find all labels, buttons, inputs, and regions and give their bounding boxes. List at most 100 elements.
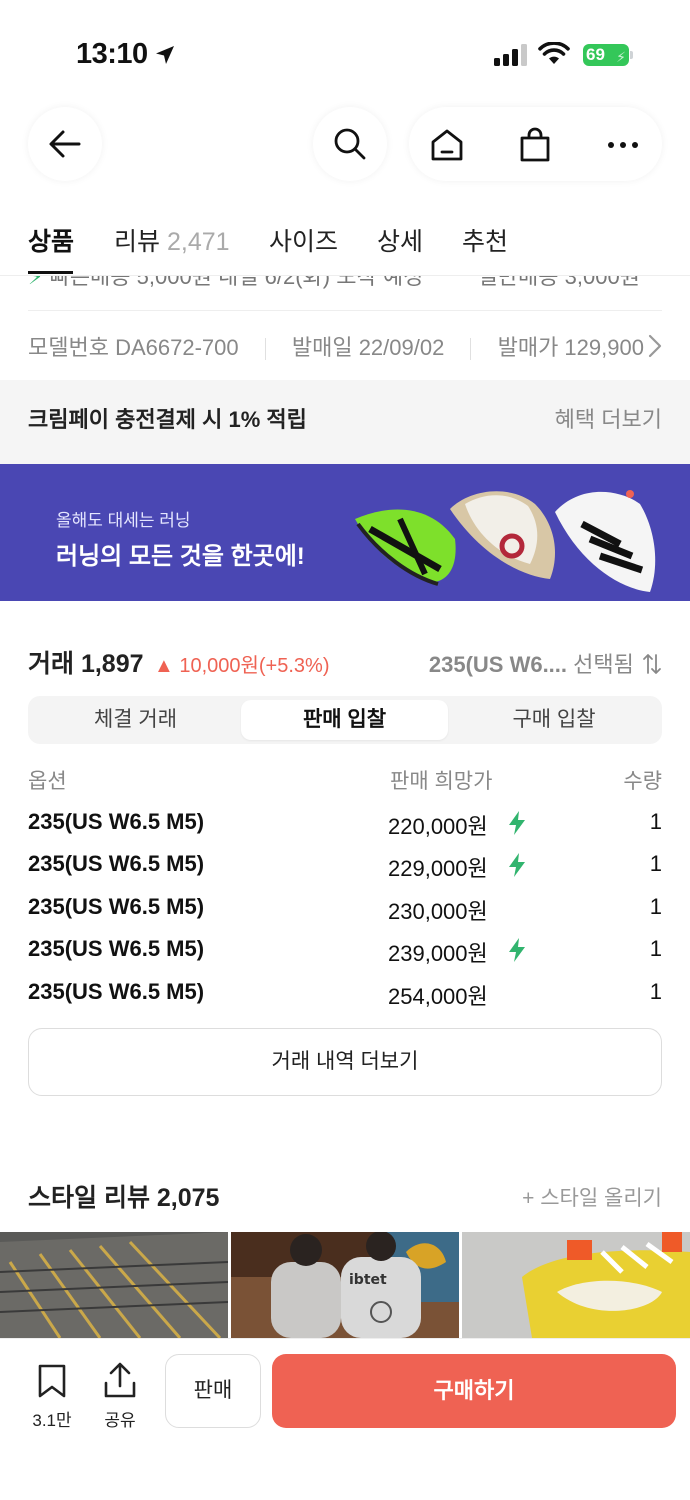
fast-delivery-bolt-icon xyxy=(509,811,525,835)
price-change: ▲ 10,000원(+5.3%) xyxy=(153,655,330,677)
fast-delivery-bolt-icon xyxy=(509,853,525,877)
tab-detail[interactable]: 상세 xyxy=(377,222,423,258)
table-row: 235(US W6.5 M5) 239,000원 1 xyxy=(28,936,662,966)
style-photo-image xyxy=(0,1232,228,1338)
more-dots-icon xyxy=(608,142,638,148)
row-qty: 1 xyxy=(649,936,662,961)
normal-delivery-text: 일반배송 3,000원 xyxy=(477,276,640,289)
banner-shoes-image xyxy=(355,490,656,592)
style-photo[interactable] xyxy=(462,1232,690,1338)
trade-count-title: 거래 1,897 xyxy=(28,650,144,678)
release-date: 발매일 22/09/02 xyxy=(291,335,445,360)
row-qty: 1 xyxy=(649,851,662,876)
sort-arrows-icon xyxy=(643,654,661,674)
column-qty: 수량 xyxy=(623,770,662,793)
row-price: 230,000원 xyxy=(388,899,488,924)
fast-delivery-icon: ⚡ xyxy=(28,276,44,289)
row-price: 220,000원 xyxy=(388,814,488,839)
selected-size: 235(US W6.... xyxy=(428,652,568,677)
more-menu-button[interactable] xyxy=(603,125,643,165)
row-option: 235(US W6.5 M5) xyxy=(28,936,205,961)
product-info-row[interactable]: 모델번호 DA6672-700 발매일 22/09/02 발매가 129,900 xyxy=(28,330,644,362)
sell-button[interactable]: 판매 xyxy=(165,1354,261,1428)
table-row: 235(US W6.5 M5) 230,000원 1 xyxy=(28,894,662,924)
size-selector[interactable]: 235(US W6.... 선택됨 xyxy=(429,647,662,679)
style-photo-image: ibtet xyxy=(231,1232,459,1338)
tab-product[interactable]: 상품 xyxy=(28,222,74,258)
status-time: 13:10 xyxy=(76,38,148,70)
product-tabs: 상품 리뷰 2,471 사이즈 상세 추천 xyxy=(0,220,690,276)
model-number: 모델번호 DA6672-700 xyxy=(28,335,239,360)
style-photo-image xyxy=(462,1232,690,1338)
row-option: 235(US W6.5 M5) xyxy=(28,894,205,919)
style-review-header: 스타일 리뷰 2,075 + 스타일 올리기 xyxy=(28,1178,662,1214)
tab-review-count: 2,471 xyxy=(166,228,230,256)
row-qty: 1 xyxy=(649,894,662,919)
wifi-icon xyxy=(538,42,570,64)
running-banner[interactable]: 올해도 대세는 러닝 러닝의 모든 것을 한곳에! xyxy=(0,464,690,601)
fast-delivery-bolt-icon xyxy=(509,938,525,962)
segment-sell-bids[interactable]: 판매 입찰 xyxy=(241,700,448,740)
search-button[interactable] xyxy=(313,107,387,181)
row-qty: 1 xyxy=(649,979,662,1004)
tab-detail-label: 상세 xyxy=(377,228,424,256)
battery-tip xyxy=(630,51,633,59)
fast-delivery-text: 빠른배송 5,000원 내일 6/2(화) 도착 예정 xyxy=(49,276,424,289)
upload-style-button[interactable]: + 스타일 올리기 xyxy=(522,1182,662,1212)
info-separator xyxy=(470,338,472,361)
row-price: 254,000원 xyxy=(388,984,488,1009)
bookmark-button[interactable]: 3.1만 xyxy=(26,1363,78,1431)
tab-recommend-label: 추천 xyxy=(462,228,509,256)
status-bar: 13:10 69 ⚡ xyxy=(0,0,690,100)
buy-button[interactable]: 구매하기 xyxy=(272,1354,676,1428)
section-divider xyxy=(28,310,662,311)
cart-button[interactable] xyxy=(515,125,555,165)
row-price: 229,000원 xyxy=(388,856,488,881)
chevron-right-icon[interactable] xyxy=(648,334,662,358)
bottom-action-bar: 3.1만 공유 판매 구매하기 xyxy=(0,1338,690,1500)
promo-more-link[interactable]: 혜택 더보기 xyxy=(555,402,662,434)
location-arrow-icon xyxy=(156,46,174,64)
home-icon xyxy=(431,129,463,161)
trade-segment-control: 체결 거래 판매 입찰 구매 입찰 xyxy=(28,696,662,744)
selected-suffix: 선택됨 xyxy=(573,652,634,677)
row-price: 239,000원 xyxy=(388,941,488,966)
style-photo[interactable]: ibtet xyxy=(231,1232,459,1338)
photo-shirt-text: ibtet xyxy=(349,1272,387,1288)
bookmark-icon xyxy=(38,1364,66,1398)
home-button[interactable] xyxy=(427,125,467,165)
row-option: 235(US W6.5 M5) xyxy=(28,979,205,1004)
release-price: 발매가 129,900 xyxy=(497,335,644,360)
table-row: 235(US W6.5 M5) 254,000원 1 xyxy=(28,979,662,1009)
segment-completed-trades[interactable]: 체결 거래 xyxy=(32,700,239,740)
promo-text: 크림페이 충전결제 시 1% 적립 xyxy=(28,407,307,432)
bookmark-count: 3.1만 xyxy=(32,1411,72,1430)
banner-subtitle: 올해도 대세는 러닝 xyxy=(56,511,191,530)
tab-recommend[interactable]: 추천 xyxy=(462,222,508,258)
battery-level: 69 xyxy=(586,45,605,64)
tab-size[interactable]: 사이즈 xyxy=(269,222,338,258)
style-photo[interactable] xyxy=(0,1232,228,1338)
share-icon xyxy=(104,1362,136,1398)
back-arrow-icon xyxy=(49,130,81,158)
row-option: 235(US W6.5 M5) xyxy=(28,809,205,834)
trade-history-more-button[interactable]: 거래 내역 더보기 xyxy=(28,1028,662,1096)
table-row: 235(US W6.5 M5) 220,000원 1 xyxy=(28,809,662,839)
nav-actions xyxy=(409,107,662,181)
shopping-bag-icon xyxy=(520,127,550,162)
share-button[interactable]: 공유 xyxy=(94,1361,146,1431)
banner-title: 러닝의 모든 것을 한곳에! xyxy=(56,543,305,570)
segment-buy-bids[interactable]: 구매 입찰 xyxy=(450,700,658,740)
tab-review[interactable]: 리뷰 2,471 xyxy=(114,222,230,258)
delivery-text: ⚡ 빠른배송 5,000원 내일 6/2(화) 도착 예정 일반배송 3,000… xyxy=(28,276,640,291)
info-separator xyxy=(264,338,266,361)
delivery-row[interactable]: ⚡ 빠른배송 5,000원 내일 6/2(화) 도착 예정 일반배송 3,000… xyxy=(0,276,690,294)
battery-indicator: 69 ⚡ xyxy=(583,44,629,66)
active-tab-indicator xyxy=(28,271,73,274)
column-option: 옵션 xyxy=(28,770,67,793)
promo-band[interactable]: 크림페이 충전결제 시 1% 적립 혜택 더보기 xyxy=(0,380,690,464)
back-button[interactable] xyxy=(28,107,102,181)
cellular-signal-icon xyxy=(494,44,527,66)
search-icon xyxy=(334,128,366,160)
style-photo-strip: ibtet xyxy=(0,1232,690,1338)
